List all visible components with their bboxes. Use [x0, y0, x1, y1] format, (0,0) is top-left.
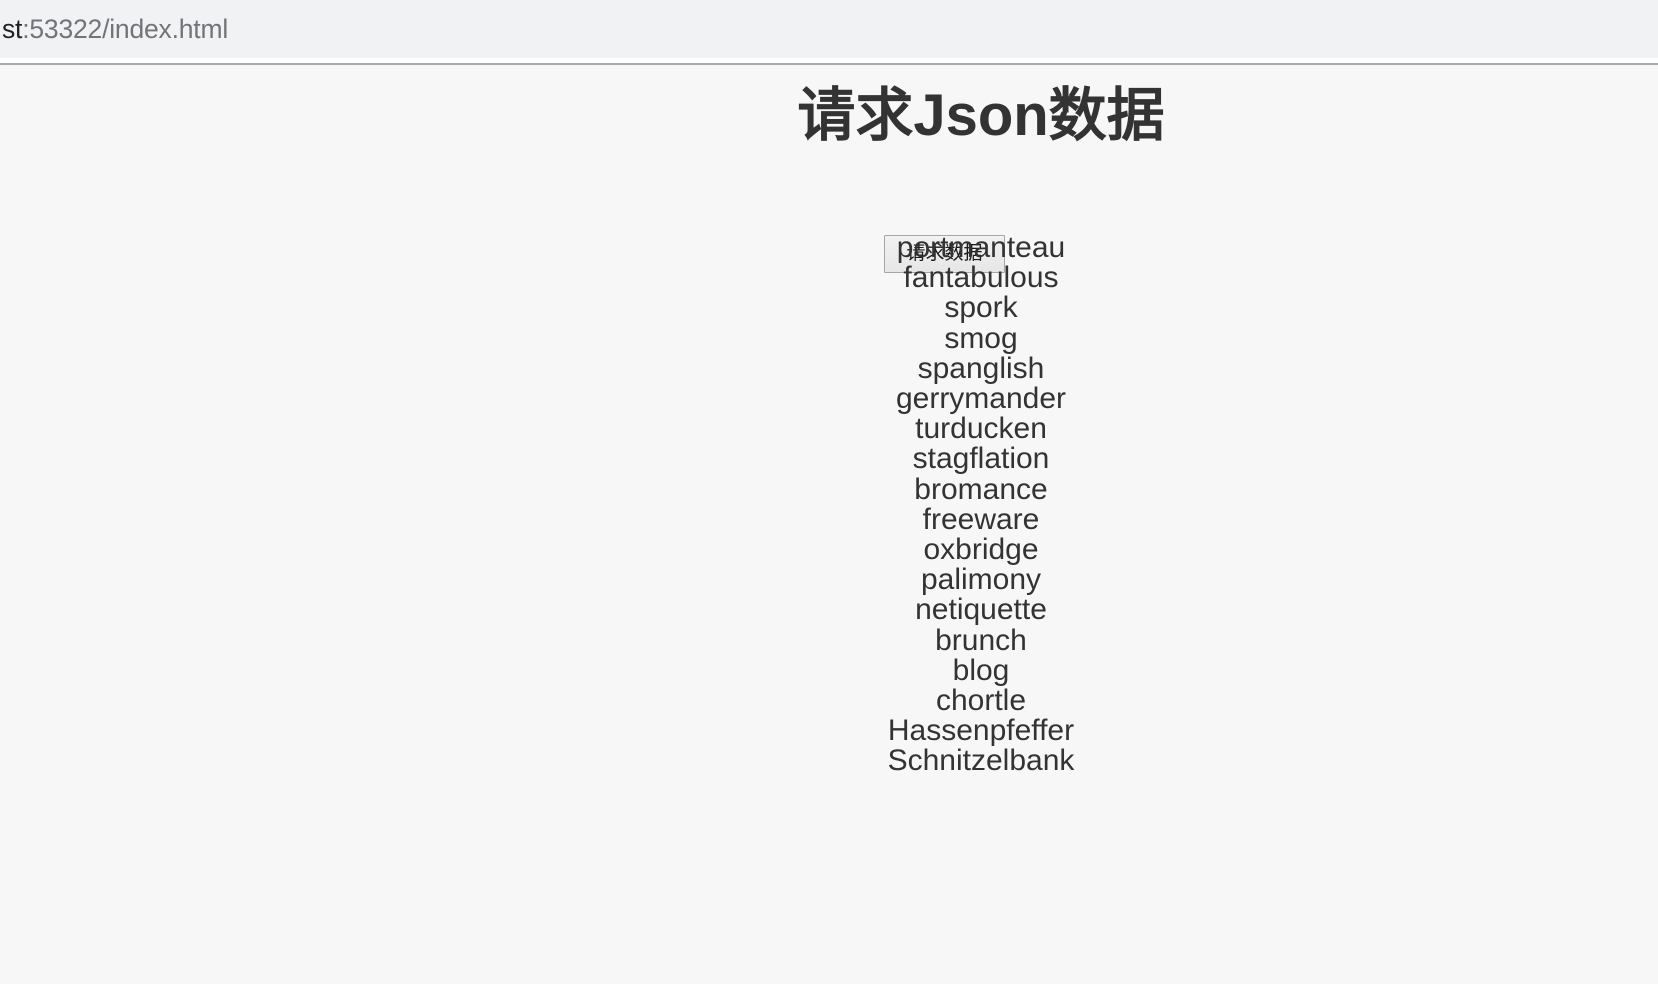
- word-list-item: blog: [952, 653, 1010, 687]
- word-list-item: gerrymander: [895, 382, 1067, 416]
- word-list-item: bromance: [914, 472, 1048, 506]
- word-list-item: Hassenpfeffer: [887, 714, 1075, 748]
- word-list: portmanteau fantabulous spork smog spanglish…: [0, 231, 1658, 778]
- url-path-text: :53322/index.html: [22, 13, 229, 44]
- word-list-item: stagflation: [912, 442, 1050, 476]
- word-list-item: spork: [944, 291, 1018, 325]
- page-viewport: 请求Json数据 请求数据 portmanteau fantabulous spor…: [0, 65, 1658, 984]
- word-list-item: freeware: [922, 502, 1040, 536]
- word-list-item: chortle: [935, 684, 1027, 718]
- page-title: 请求Json数据: [797, 83, 1165, 148]
- word-list-item: oxbridge: [923, 533, 1039, 567]
- word-list-item: netiquette: [915, 593, 1047, 627]
- word-list-item: smog: [944, 321, 1018, 355]
- word-list-item: palimony: [920, 563, 1042, 597]
- url-origin-text: st: [2, 13, 23, 44]
- url-text: st:53322/index.html: [2, 14, 228, 45]
- browser-chrome: st:53322/index.html: [0, 0, 1658, 58]
- page-body: 请求Json数据 请求数据 portmanteau fantabulous spor…: [0, 65, 1658, 984]
- url-bar[interactable]: st:53322/index.html: [0, 0, 1658, 58]
- word-list-item: portmanteau: [896, 231, 1066, 264]
- word-list-item: spanglish: [917, 351, 1045, 385]
- word-list-item: fantabulous: [903, 261, 1059, 295]
- word-list-item: turducken: [915, 412, 1047, 446]
- word-list-item: brunch: [935, 623, 1027, 657]
- word-list-item: Schnitzelbank: [887, 744, 1075, 778]
